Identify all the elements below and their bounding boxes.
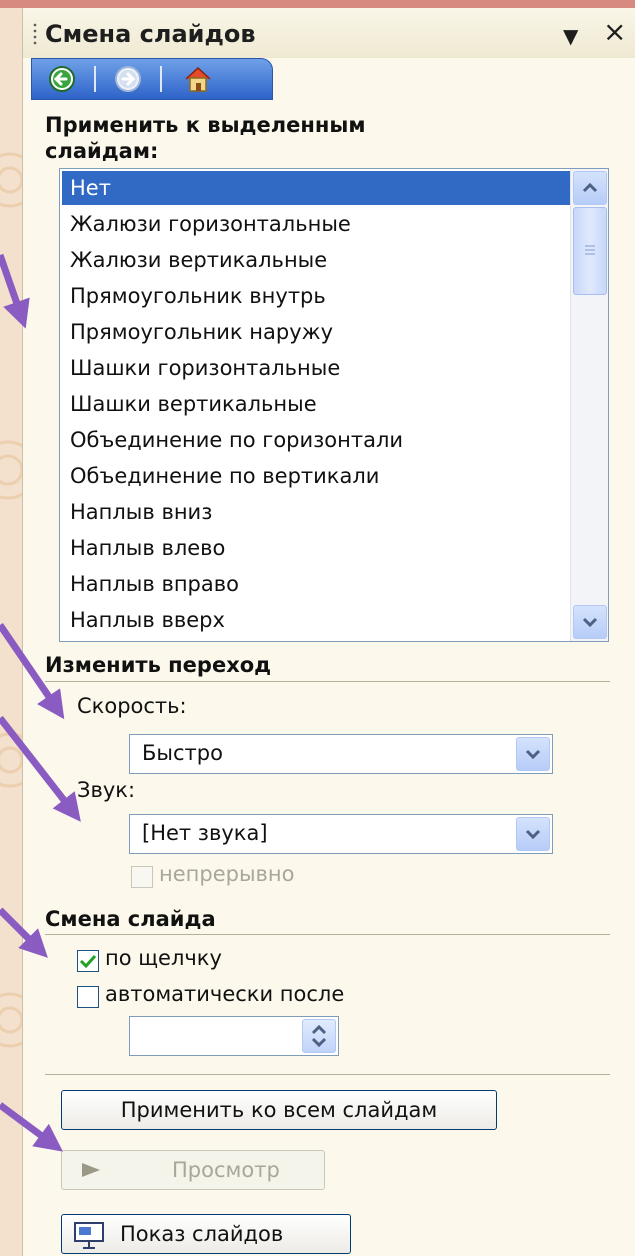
list-item[interactable]: Объединение по вертикали bbox=[62, 459, 570, 493]
close-icon[interactable]: × bbox=[603, 18, 626, 46]
apply-label-line1: Применить к выделенным bbox=[45, 113, 366, 137]
sound-value: [Нет звука] bbox=[142, 821, 268, 845]
nav-separator bbox=[160, 66, 162, 92]
nav-separator bbox=[94, 66, 96, 92]
list-scrollbar[interactable] bbox=[570, 169, 608, 641]
preview-button[interactable]: Просмотр bbox=[61, 1150, 325, 1190]
scroll-up-button[interactable] bbox=[573, 171, 607, 205]
slide-transition-pane: Смена слайдов ▼ × Применить к выделенным… bbox=[22, 8, 635, 1256]
advance-slide-heading: Смена слайда bbox=[45, 907, 216, 931]
slideshow-label: Показ слайдов bbox=[120, 1222, 284, 1246]
speed-label: Скорость: bbox=[77, 694, 187, 718]
dropdown-triangle-icon[interactable]: ▼ bbox=[563, 24, 578, 48]
dropdown-button[interactable] bbox=[516, 737, 550, 771]
list-item[interactable]: Шашки вертикальные bbox=[62, 387, 570, 421]
auto-advance-checkbox[interactable] bbox=[77, 986, 99, 1008]
list-item[interactable]: Прямоугольник внутрь bbox=[62, 279, 570, 313]
grip-lines-icon bbox=[585, 245, 595, 255]
transition-effects-list[interactable]: Нет Жалюзи горизонтальные Жалюзи вертика… bbox=[59, 168, 609, 642]
on-click-checkbox[interactable] bbox=[77, 950, 99, 972]
apply-to-selected-label: Применить к выделенным слайдам: bbox=[45, 112, 366, 164]
list-item[interactable]: Нет bbox=[62, 171, 570, 205]
loop-checkbox[interactable] bbox=[131, 866, 153, 888]
auto-advance-time-input[interactable] bbox=[129, 1016, 339, 1056]
up-down-arrows-icon bbox=[311, 1024, 327, 1048]
drag-grip-icon[interactable] bbox=[33, 22, 37, 46]
divider bbox=[45, 1074, 610, 1075]
slideshow-button[interactable]: Показ слайдов bbox=[61, 1214, 351, 1254]
speed-value: Быстро bbox=[142, 741, 223, 765]
chevron-up-icon bbox=[582, 182, 598, 193]
divider bbox=[45, 681, 610, 682]
list-item[interactable]: Наплыв влево bbox=[62, 531, 570, 565]
checkmark-icon bbox=[79, 954, 97, 969]
list-item[interactable]: Шашки горизонтальные bbox=[62, 351, 570, 385]
pane-title: Смена слайдов bbox=[45, 20, 256, 48]
apply-to-all-button[interactable]: Применить ко всем слайдам bbox=[61, 1090, 497, 1130]
scroll-down-button[interactable] bbox=[573, 605, 607, 639]
list-item[interactable]: Прямоугольник наружу bbox=[62, 315, 570, 349]
back-icon[interactable] bbox=[46, 64, 78, 94]
pane-navigation-bar bbox=[31, 58, 273, 100]
preview-label: Просмотр bbox=[172, 1158, 280, 1182]
slideshow-icon bbox=[74, 1222, 104, 1249]
list-item[interactable]: Объединение по горизонтали bbox=[62, 423, 570, 457]
list-item[interactable]: Наплыв вправо bbox=[62, 567, 570, 601]
on-click-label: по щелчку bbox=[105, 946, 222, 970]
sound-label: Звук: bbox=[77, 778, 136, 802]
play-icon bbox=[82, 1163, 100, 1177]
list-item[interactable]: Наплыв вверх bbox=[62, 603, 570, 637]
list-item[interactable]: Жалюзи горизонтальные bbox=[62, 207, 570, 241]
apply-label-line2: слайдам: bbox=[45, 139, 159, 163]
home-icon[interactable] bbox=[182, 64, 214, 94]
spinner-button[interactable] bbox=[302, 1019, 336, 1053]
list-item[interactable]: Наплыв вниз bbox=[62, 495, 570, 529]
forward-icon[interactable] bbox=[112, 64, 144, 94]
chevron-down-icon bbox=[525, 829, 541, 840]
modify-transition-heading: Изменить переход bbox=[45, 653, 272, 677]
list-item[interactable]: Жалюзи вертикальные bbox=[62, 243, 570, 277]
scroll-thumb[interactable] bbox=[573, 207, 607, 295]
auto-advance-label: автоматически после bbox=[105, 982, 345, 1006]
divider bbox=[45, 934, 610, 935]
speed-dropdown[interactable]: Быстро bbox=[129, 734, 553, 774]
loop-label: непрерывно bbox=[159, 862, 295, 886]
pane-titlebar: Смена слайдов ▼ × bbox=[23, 8, 635, 58]
chevron-down-icon bbox=[582, 617, 598, 628]
sound-dropdown[interactable]: [Нет звука] bbox=[129, 814, 553, 854]
dropdown-button[interactable] bbox=[516, 817, 550, 851]
chevron-down-icon bbox=[525, 749, 541, 760]
